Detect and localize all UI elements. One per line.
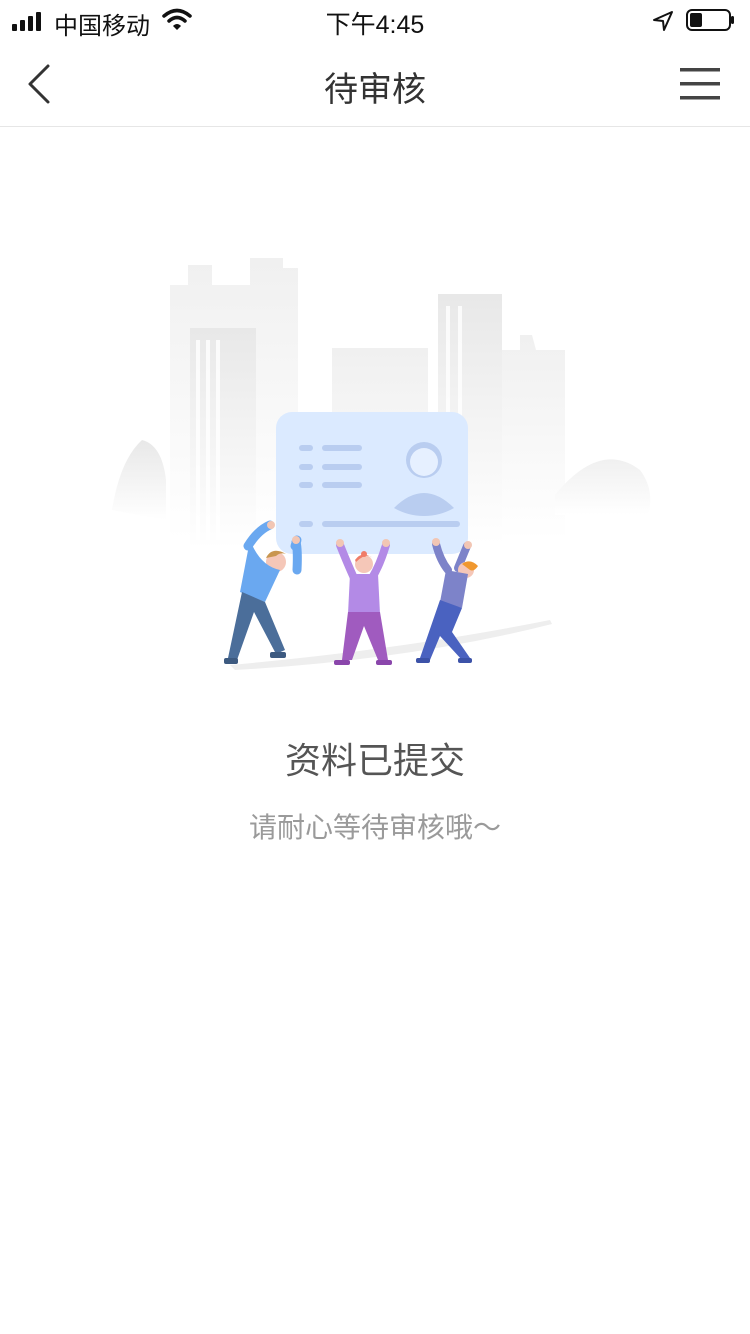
status-bar: 中国移动 下午4:45: [0, 0, 750, 40]
person-middle: [334, 539, 392, 665]
menu-button[interactable]: [676, 64, 724, 104]
status-time: 下午4:45: [325, 11, 425, 39]
id-card: [276, 412, 468, 554]
submitted-illustration: [112, 258, 651, 670]
location-arrow-icon: [653, 11, 673, 31]
battery-icon: [686, 9, 734, 31]
status-subtitle: 请耐心等待审核哦～: [248, 811, 501, 844]
page-title: 待审核: [324, 70, 426, 110]
navigation-bar: 待审核: [0, 40, 750, 127]
hamburger-menu-icon: [680, 68, 720, 100]
status-title: 资料已提交: [284, 741, 465, 782]
